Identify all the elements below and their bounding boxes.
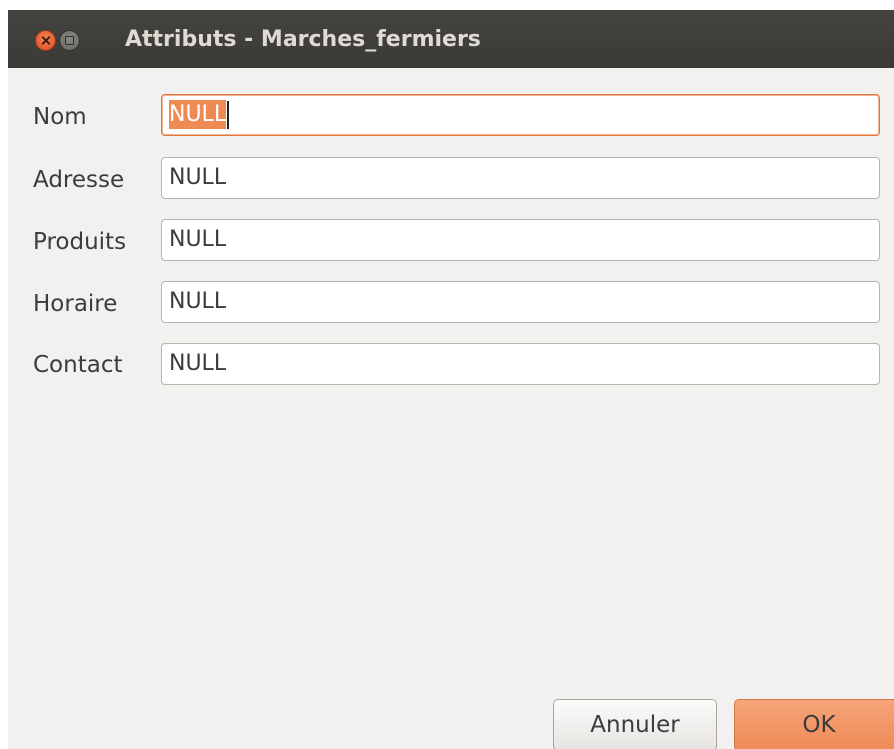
text-caret bbox=[227, 101, 230, 129]
contact-field-value: NULL bbox=[169, 351, 227, 376]
produits-field[interactable]: NULL bbox=[161, 219, 880, 261]
cancel-button[interactable]: Annuler bbox=[553, 699, 717, 749]
produits-field-value: NULL bbox=[169, 227, 227, 252]
ok-button[interactable]: OK bbox=[734, 699, 894, 749]
window-title: Attributs - Marches_fermiers bbox=[125, 27, 481, 52]
cancel-button-label: Annuler bbox=[590, 712, 680, 738]
close-icon[interactable] bbox=[35, 30, 56, 51]
ok-button-label: OK bbox=[802, 712, 836, 738]
field-label-horaire: Horaire bbox=[33, 291, 118, 317]
field-label-nom: Nom bbox=[33, 104, 87, 130]
horaire-field-value: NULL bbox=[169, 289, 227, 314]
horaire-field[interactable]: NULL bbox=[161, 281, 880, 323]
attributes-dialog: Attributs - Marches_fermiers Nom NULL Ad… bbox=[8, 10, 894, 749]
nom-field-value: NULL bbox=[169, 100, 227, 129]
title-bar[interactable]: Attributs - Marches_fermiers bbox=[8, 10, 894, 68]
nom-field[interactable]: NULL bbox=[161, 94, 880, 136]
field-label-contact: Contact bbox=[33, 352, 123, 378]
field-label-adresse: Adresse bbox=[33, 167, 125, 193]
maximize-icon[interactable] bbox=[59, 30, 80, 51]
adresse-field[interactable]: NULL bbox=[161, 157, 880, 199]
adresse-field-value: NULL bbox=[169, 165, 227, 190]
field-label-produits: Produits bbox=[33, 229, 127, 255]
contact-field[interactable]: NULL bbox=[161, 343, 880, 385]
